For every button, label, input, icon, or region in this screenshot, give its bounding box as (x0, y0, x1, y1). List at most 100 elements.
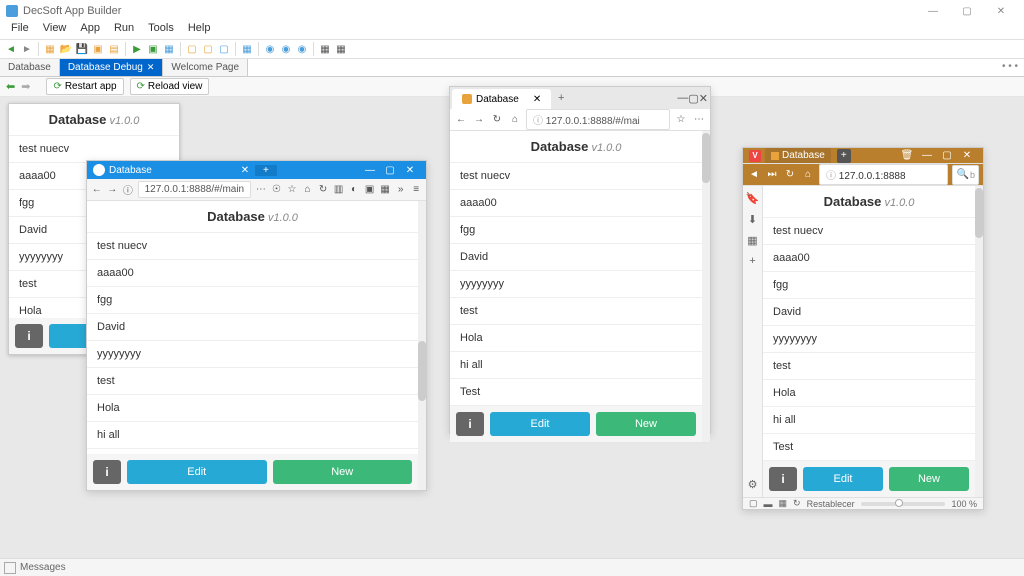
list-item[interactable]: hi all (450, 352, 702, 379)
tool-icon-8[interactable]: ▦ (318, 42, 332, 56)
maximize-button[interactable]: ▢ (937, 150, 957, 161)
tool-icon-5[interactable]: ◉ (263, 42, 277, 56)
list-item[interactable]: test nuecv (9, 136, 179, 163)
back-icon[interactable]: ← (454, 113, 468, 127)
info-button[interactable]: i (456, 412, 484, 436)
scrollbar[interactable] (418, 201, 426, 490)
list-item[interactable]: fgg (450, 217, 702, 244)
info-button[interactable]: i (93, 460, 121, 484)
tool-nav-fwd-icon[interactable]: ► (20, 42, 34, 56)
list-item[interactable]: test (763, 353, 975, 380)
reload-view-button[interactable]: ⟳Reload view (130, 78, 210, 95)
list-item[interactable]: test (450, 298, 702, 325)
download-icon[interactable]: ⬇ (748, 213, 757, 226)
close-button[interactable]: ✕ (699, 92, 708, 105)
list-item[interactable]: Test (763, 434, 975, 461)
list-item[interactable]: hi all (763, 407, 975, 434)
list-item[interactable]: hi all (87, 422, 418, 449)
list-item[interactable]: yyyyyyyy (763, 326, 975, 353)
menu-app[interactable]: App (73, 22, 107, 39)
restart-app-button[interactable]: ⟳Restart app (46, 78, 123, 95)
library-icon[interactable]: ▥ (333, 183, 345, 197)
tab-database-debug[interactable]: Database Debug✕ (60, 59, 164, 76)
tool-icon-9[interactable]: ▦ (334, 42, 348, 56)
home-icon[interactable]: ⌂ (302, 183, 314, 197)
minimize-button[interactable]: — (677, 92, 688, 104)
pocket-icon[interactable]: ▣ (364, 183, 376, 197)
new-tab-button[interactable]: + (255, 165, 277, 176)
tile-icon[interactable]: ▦ (779, 498, 788, 509)
list-item[interactable]: test nuecv (763, 218, 975, 245)
new-button[interactable]: New (889, 467, 969, 491)
new-button[interactable]: New (596, 412, 696, 436)
maximize-button[interactable]: ▢ (950, 1, 984, 21)
info-button[interactable]: i (15, 324, 43, 348)
overflow-icon[interactable]: » (395, 183, 407, 197)
search-icon[interactable]: 🔍 (956, 168, 970, 182)
reload-icon[interactable]: ↻ (783, 168, 797, 182)
edge-tab[interactable]: Database✕ (452, 89, 551, 109)
info-button[interactable]: i (769, 467, 797, 491)
list-item[interactable]: fgg (87, 287, 418, 314)
minimize-button[interactable]: — (917, 150, 937, 161)
list-item[interactable]: Hola (450, 325, 702, 352)
shield-icon[interactable]: ☉ (271, 183, 283, 197)
list-item[interactable]: aaaa00 (763, 245, 975, 272)
minimize-button[interactable]: — (916, 1, 950, 21)
forward-icon[interactable]: → (472, 113, 486, 127)
home-icon[interactable]: ⌂ (801, 168, 815, 182)
list-item[interactable]: yyyyyyyy (87, 341, 418, 368)
menu-run[interactable]: Run (107, 22, 141, 39)
tool-build-icon[interactable]: ▦ (162, 42, 176, 56)
menu-tools[interactable]: Tools (141, 22, 181, 39)
new-tab-button[interactable]: + (551, 92, 571, 104)
list-item[interactable]: David (763, 299, 975, 326)
ff-icon[interactable]: ⏭ (765, 168, 779, 182)
menu-file[interactable]: File (4, 22, 36, 39)
tab-close-icon[interactable]: ✕ (235, 165, 255, 176)
close-button[interactable]: ✕ (957, 150, 977, 161)
add-icon[interactable]: + (749, 255, 755, 267)
close-button[interactable]: ✕ (400, 165, 420, 176)
tool-paste-icon[interactable]: ▤ (107, 42, 121, 56)
zoom-slider[interactable] (861, 502, 946, 506)
back-icon[interactable]: ← (91, 183, 103, 197)
reload-icon[interactable]: ↻ (317, 183, 329, 197)
messages-icon[interactable] (4, 562, 16, 574)
tab-close-icon[interactable]: ✕ (533, 94, 541, 105)
zoom-reset-button[interactable]: Restablecer (807, 499, 855, 509)
tab-welcome[interactable]: Welcome Page (163, 59, 248, 76)
scrollbar[interactable] (702, 131, 710, 442)
edit-button[interactable]: Edit (127, 460, 267, 484)
info-icon[interactable]: ⓘ (122, 183, 134, 197)
star-icon[interactable]: ☆ (286, 183, 298, 197)
tool-icon-6[interactable]: ◉ (279, 42, 293, 56)
forward-icon[interactable]: → (107, 183, 119, 197)
reload-icon[interactable]: ↻ (490, 113, 504, 127)
maximize-button[interactable]: ▢ (380, 165, 400, 176)
edit-button[interactable]: Edit (803, 467, 883, 491)
trash-icon[interactable]: 🗑 (897, 150, 917, 161)
list-item[interactable]: aaaa00 (87, 260, 418, 287)
capture-icon[interactable]: ↻ (793, 498, 801, 509)
tool-open-icon[interactable]: 📂 (59, 42, 73, 56)
tool-debug-icon[interactable]: ▣ (146, 42, 160, 56)
status-label[interactable]: Messages (20, 562, 66, 573)
scrollbar[interactable] (975, 186, 983, 497)
list-item[interactable]: David (87, 314, 418, 341)
list-item[interactable]: David (450, 244, 702, 271)
back-icon[interactable]: ◄ (747, 168, 761, 182)
list-item[interactable]: Test (450, 379, 702, 406)
list-item[interactable]: test nuecv (87, 233, 418, 260)
image-toggle-icon[interactable]: ▬ (764, 499, 773, 509)
list-item[interactable]: aaaa00 (450, 190, 702, 217)
list-item[interactable]: Hola (87, 395, 418, 422)
account-icon[interactable]: ◐ (348, 183, 360, 197)
tool-icon-3[interactable]: ▢ (217, 42, 231, 56)
tab-overflow-icon[interactable]: • • • (996, 59, 1024, 76)
tool-run-icon[interactable]: ▶ (130, 42, 144, 56)
tool-nav-back-icon[interactable]: ◄ (4, 42, 18, 56)
panel-icon[interactable]: ▦ (747, 234, 757, 247)
more-icon[interactable]: ⋯ (255, 183, 267, 197)
close-icon[interactable]: ✕ (147, 62, 155, 73)
